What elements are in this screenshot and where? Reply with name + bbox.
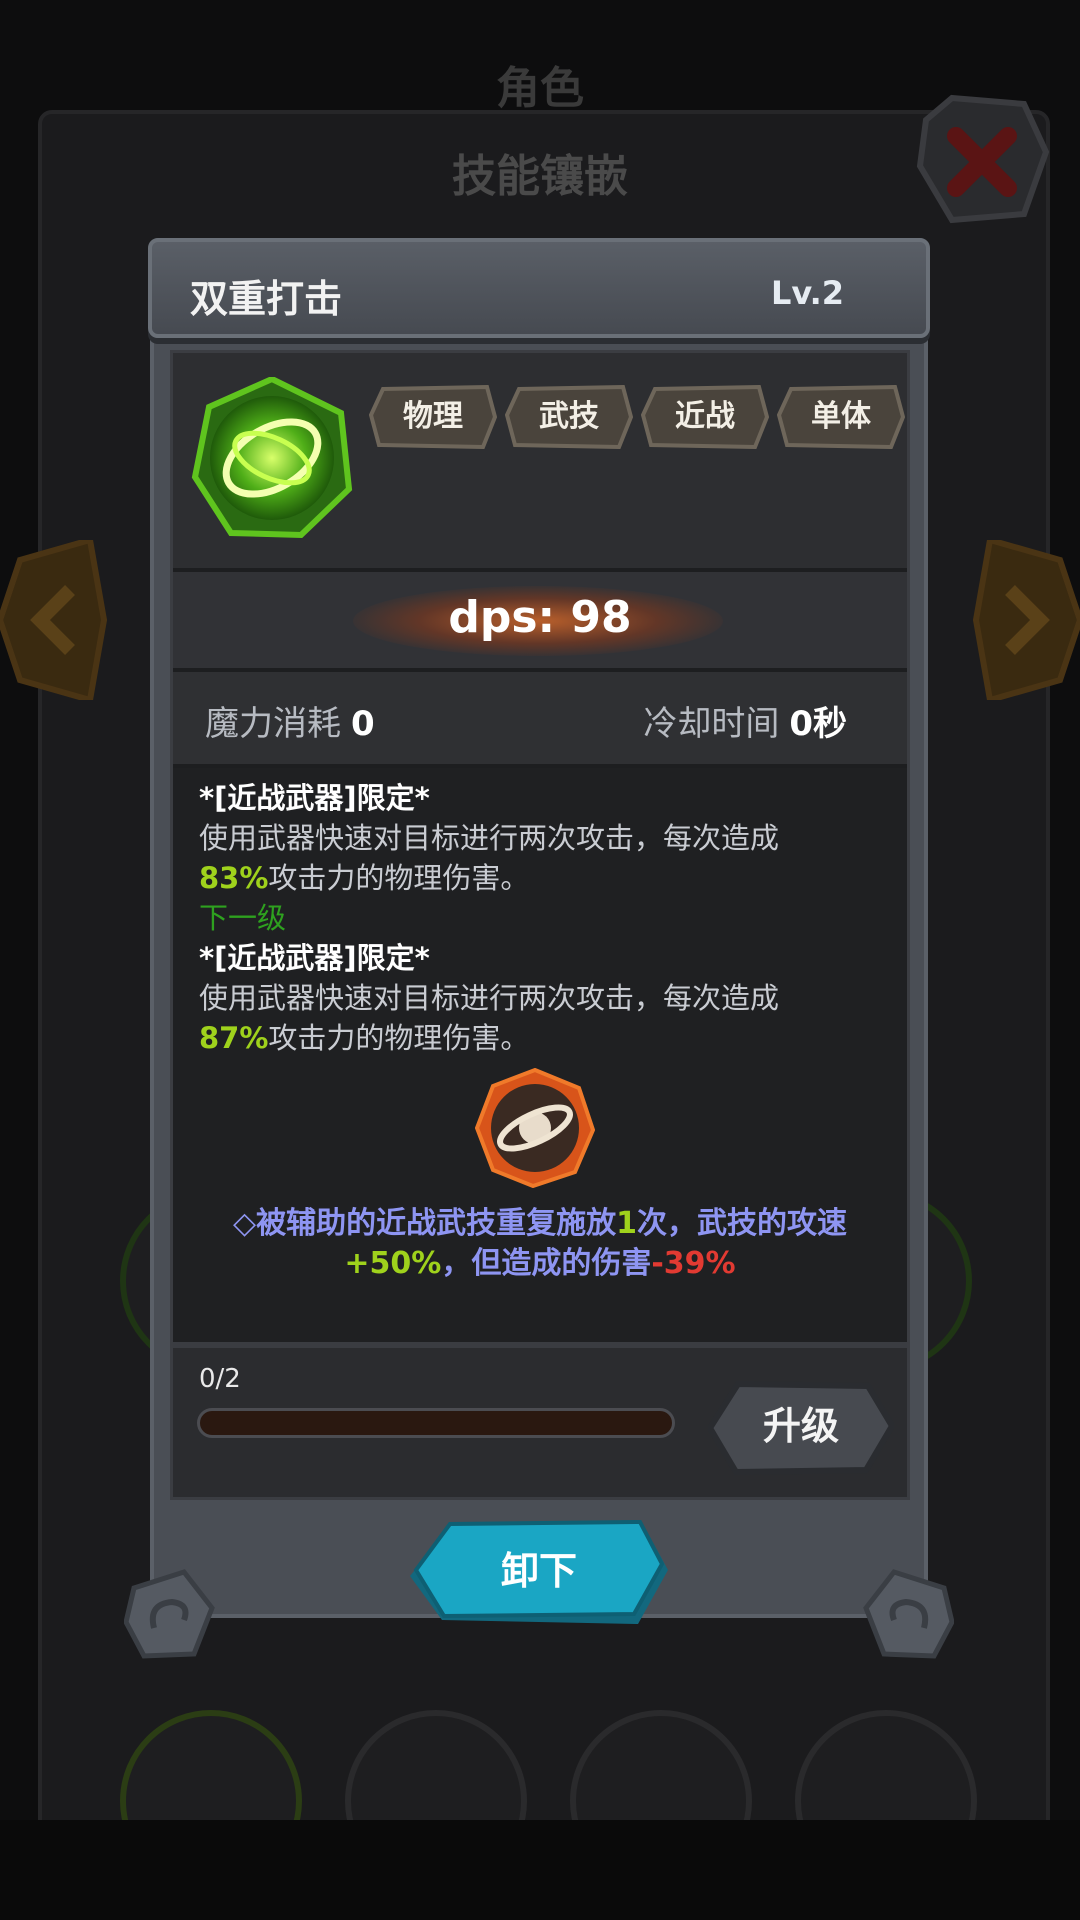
current-restriction: *[近战武器]限定* bbox=[199, 781, 430, 815]
description-section: *[近战武器]限定* 使用武器快速对目标进行两次攻击，每次造成 83%攻击力的物… bbox=[173, 768, 907, 1342]
orbit-ring-support-icon[interactable] bbox=[474, 1067, 596, 1189]
cooldown-label: 冷却时间 bbox=[643, 704, 780, 744]
mana-cost-label: 魔力消耗 bbox=[205, 704, 341, 744]
unequip-button-label: 卸下 bbox=[500, 1549, 577, 1593]
skill-overview: 物理 武技 近战 单体 bbox=[173, 353, 907, 572]
dialog-header: 双重打击 Lv.2 bbox=[148, 238, 930, 338]
skill-tag: 单体 bbox=[777, 385, 905, 449]
skill-tag: 物理 bbox=[369, 385, 497, 449]
skill-name: 双重打击 bbox=[190, 277, 343, 321]
next-effect-suffix: 攻击力的物理伤害。 bbox=[268, 1021, 530, 1055]
dps-section: dps: 98 bbox=[173, 572, 907, 672]
corner-ornament-icon bbox=[862, 1568, 955, 1660]
mana-cost: 魔力消耗 0 bbox=[205, 696, 375, 745]
skill-level: Lv.2 bbox=[770, 274, 844, 312]
next-percent: 87% bbox=[199, 1021, 269, 1055]
upgrade-section: 0/2 升级 bbox=[173, 1342, 907, 1478]
dps-value: dps: 98 bbox=[448, 592, 632, 643]
cooldown-value: 0秒 bbox=[789, 704, 847, 744]
left-arrow-icon bbox=[0, 536, 110, 704]
current-percent: 83% bbox=[199, 861, 269, 895]
next-effect-line2: 87%攻击力的物理伤害。 bbox=[199, 1018, 889, 1058]
green-swirl-skill-icon bbox=[191, 375, 353, 539]
skill-detail-dialog: 双重打击 Lv.2 物理 武技 近战 单体 dps: 98 魔力消耗 0 冷却时… bbox=[123, 238, 955, 1666]
right-arrow-icon bbox=[970, 536, 1080, 704]
next-level-label: 下一级 bbox=[199, 901, 287, 935]
current-level-description: *[近战武器]限定* 使用武器快速对目标进行两次攻击，每次造成 83%攻击力的物… bbox=[199, 778, 889, 1058]
unequip-button[interactable]: 卸下 bbox=[408, 1520, 670, 1630]
support-effect-text: ◇被辅助的近战武技重复施放1次，武技的攻速+50%，但造成的伤害-39% bbox=[233, 1206, 847, 1281]
background-bottom-bar bbox=[0, 1820, 1080, 1920]
current-effect-suffix: 攻击力的物理伤害。 bbox=[268, 861, 530, 895]
dialog-content: 物理 武技 近战 单体 dps: 98 魔力消耗 0 冷却时间 0秒 *[近战武… bbox=[170, 350, 910, 1500]
cost-section: 魔力消耗 0 冷却时间 0秒 bbox=[173, 672, 907, 768]
skill-tag: 武技 bbox=[505, 385, 633, 449]
upgrade-progress-label: 0/2 bbox=[199, 1364, 241, 1394]
next-restriction: *[近战武器]限定* bbox=[199, 941, 430, 975]
close-icon[interactable] bbox=[912, 90, 1052, 230]
corner-ornament-icon bbox=[123, 1568, 216, 1660]
upgrade-button[interactable]: 升级 bbox=[708, 1380, 894, 1476]
skill-tag: 近战 bbox=[641, 385, 769, 449]
current-effect-line2: 83%攻击力的物理伤害。 bbox=[199, 858, 889, 898]
cooldown: 冷却时间 0秒 bbox=[643, 696, 847, 745]
upgrade-progress-bar bbox=[197, 1408, 675, 1438]
next-effect-text: 使用武器快速对目标进行两次攻击，每次造成 bbox=[199, 981, 780, 1015]
upgrade-button-label: 升级 bbox=[762, 1404, 839, 1448]
mana-cost-value: 0 bbox=[351, 704, 375, 744]
current-effect-text: 使用武器快速对目标进行两次攻击，每次造成 bbox=[199, 821, 780, 855]
